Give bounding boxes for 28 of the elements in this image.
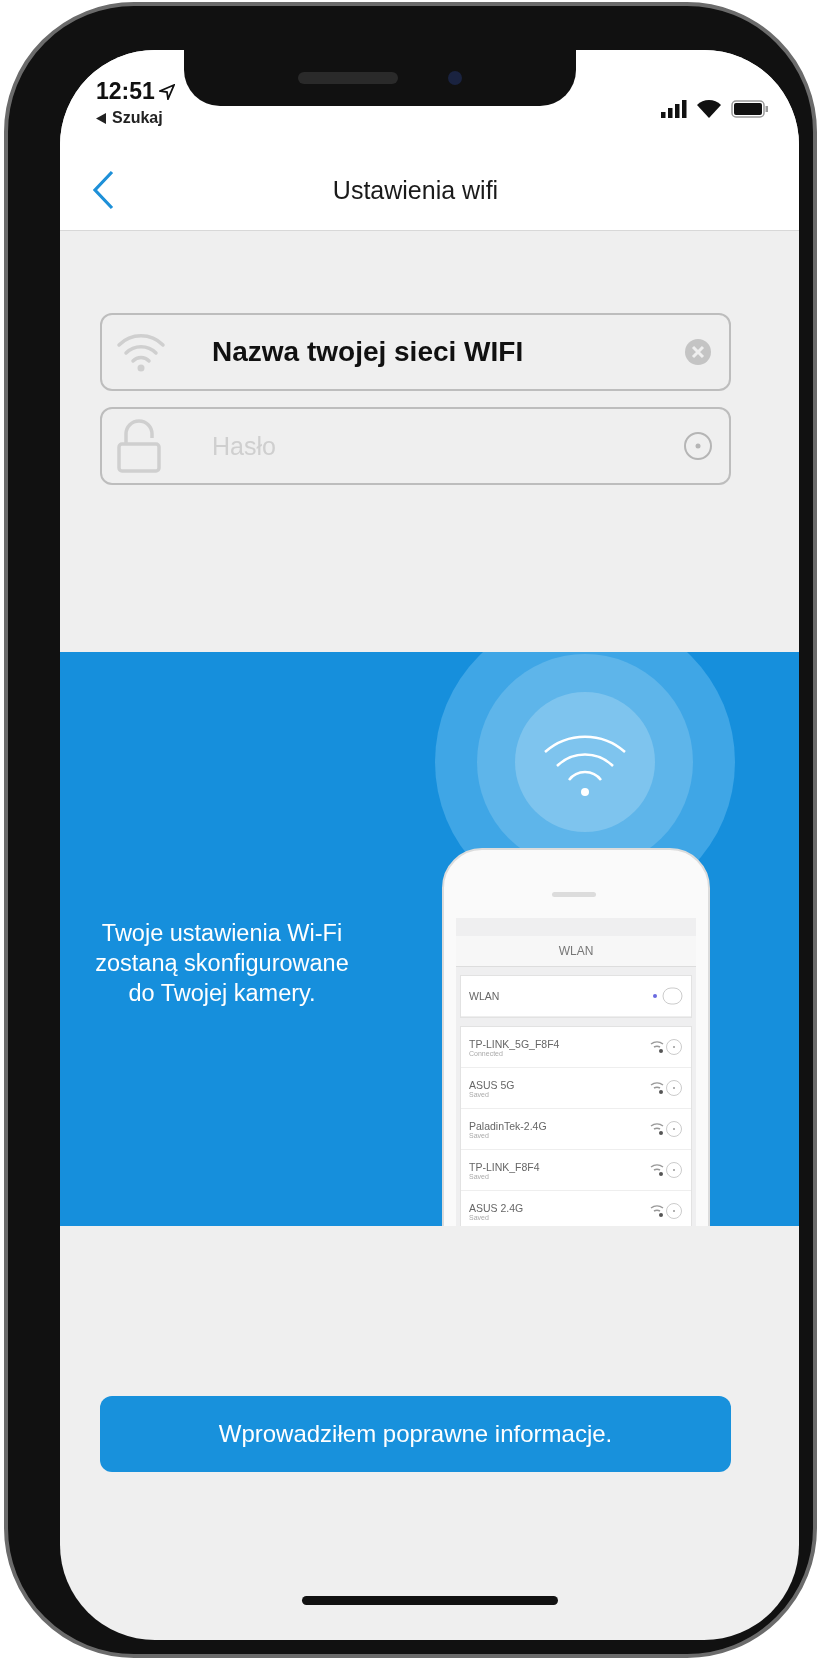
- back-to-app-link[interactable]: Szukaj: [112, 109, 163, 127]
- network-name-field[interactable]: Nazwa twojej sieci WIFI: [100, 313, 731, 391]
- network-name: ASUS 5G: [469, 1078, 515, 1091]
- back-triangle-icon: [96, 112, 106, 124]
- illustration-title: WLAN: [456, 936, 696, 967]
- screen-title: Ustawienia wifi: [332, 175, 499, 205]
- location-arrow-icon: [158, 83, 175, 100]
- wifi-info-icon: [649, 1120, 683, 1138]
- padlock-icon: [116, 418, 162, 474]
- show-password-icon[interactable]: [683, 431, 713, 461]
- wifi-info-icon: [649, 1161, 683, 1179]
- network-name: PaladinTek-2.4G: [469, 1119, 547, 1132]
- wifi-icon: [116, 331, 166, 373]
- status-time: 12:51: [96, 78, 155, 105]
- network-name: TP-LINK_F8F4: [469, 1160, 540, 1173]
- wifi-icon: [697, 100, 721, 118]
- clear-icon[interactable]: [685, 339, 711, 365]
- back-chevron-icon: [92, 170, 114, 210]
- signal-icon: [661, 100, 687, 118]
- wifi-info-icon: [649, 1079, 683, 1097]
- home-indicator[interactable]: [301, 1596, 558, 1605]
- wifi-info-icon: [649, 1038, 683, 1056]
- network-name: TP-LINK_5G_F8F4: [469, 1037, 560, 1050]
- illustration-toggle-label: WLAN: [469, 990, 500, 1002]
- banner-text: Twoje ustawienia Wi-Fi zostaną skonfigurowane do Twojej kamery.: [94, 919, 350, 1008]
- network-name: ASUS 2.4G: [469, 1201, 524, 1214]
- wifi-info-icon: [649, 1202, 683, 1220]
- battery-icon: [731, 100, 769, 118]
